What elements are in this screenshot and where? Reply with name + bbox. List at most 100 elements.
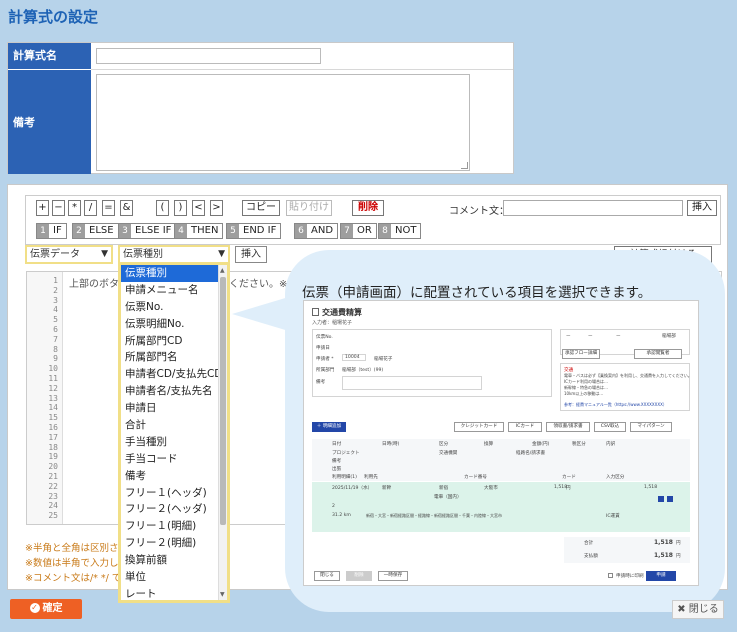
preview-col-header: 内訳 — [606, 442, 616, 447]
plus-button[interactable]: + — [36, 200, 49, 216]
delete-button[interactable]: 削除 — [352, 200, 384, 216]
dropdown-option[interactable]: 申請メニュー名 — [121, 282, 227, 299]
keyword-and-button[interactable]: 6 AND — [294, 223, 339, 239]
dropdown-option[interactable]: 申請者名/支払先名 — [121, 383, 227, 400]
greater-than-button[interactable]: > — [210, 200, 223, 216]
preview-status-label: 稲場部 — [662, 334, 676, 339]
dropdown-option[interactable]: 伝票No. — [121, 299, 227, 316]
dropdown-option[interactable]: 備考 — [121, 468, 227, 485]
line-number: 8 — [53, 344, 58, 354]
dropdown-option[interactable]: 単位 — [121, 569, 227, 586]
preview-total-unit: 円 — [676, 541, 681, 546]
dropdown-option[interactable]: 手当コード — [121, 451, 227, 468]
keyword-number: 8 — [379, 224, 391, 238]
line-number: 9 — [53, 354, 58, 364]
line-number: 10 — [48, 364, 58, 374]
resize-handle[interactable] — [461, 162, 468, 169]
dropdown-scrollbar[interactable]: ▲ ▼ — [218, 265, 227, 600]
keyword-else-button[interactable]: 2 ELSE — [72, 223, 119, 239]
preview-tool-button: CSV取込 — [594, 422, 626, 432]
preview-screenshot: 交通費精算 入力者：稲場花子 伝票No. 申請日 申請者 * 所属部門 備考 1… — [303, 300, 699, 586]
line-number: 1 — [53, 276, 58, 285]
preview-pay-label: 支払額 — [584, 554, 598, 559]
preview-cell: IC運賃 — [606, 514, 620, 519]
preview-col-header: 日付 — [332, 442, 342, 447]
keyword-then-button[interactable]: 4 THEN — [174, 223, 224, 239]
data-source-select[interactable]: 伝票データ ▼ — [25, 245, 113, 264]
dropdown-option[interactable]: 申請者CD/支払先CD — [121, 366, 227, 383]
keyword-not-button[interactable]: 8 NOT — [378, 223, 422, 239]
preview-col-header: 利用明細(1) — [332, 475, 357, 480]
keyword-label: ELSE — [89, 225, 114, 236]
line-number: 23 — [48, 491, 58, 501]
formula-name-input[interactable] — [96, 48, 321, 64]
line-number: 6 — [53, 325, 58, 334]
line-number: 11 — [48, 374, 58, 383]
comment-insert-button[interactable]: 挿入 — [687, 200, 717, 216]
line-number: 15 — [48, 413, 58, 423]
toolbar: + − * / = & ( ) < > コピー 貼り付け 削除 コメント文： 挿… — [25, 195, 721, 245]
keyword-else-if-button[interactable]: 3 ELSE IF — [118, 223, 177, 239]
close-button[interactable]: ✖ 閉じる — [672, 600, 724, 619]
keyword-if-button[interactable]: 1 IF — [36, 223, 67, 239]
line-number: 22 — [48, 481, 58, 491]
preview-total-label: 合計 — [584, 541, 594, 546]
preview-field-label: 所属部門 — [316, 368, 335, 373]
preview-field-label: 備考 — [316, 380, 326, 385]
multiply-button[interactable]: * — [68, 200, 81, 216]
dropdown-option[interactable]: 伝票明細No. — [121, 316, 227, 333]
scroll-thumb[interactable] — [220, 277, 226, 525]
field-insert-button[interactable]: 挿入 — [235, 246, 267, 263]
line-number: 4 — [53, 305, 58, 315]
divide-button[interactable]: / — [84, 200, 97, 216]
keyword-end-if-button[interactable]: 5 END IF — [226, 223, 282, 239]
close-paren-button[interactable]: ) — [174, 200, 187, 216]
field-dropdown-list[interactable]: 伝票種別 申請メニュー名 伝票No. 伝票明細No. 所属部門CD 所属部門名 申請者CD/… — [118, 262, 230, 603]
dropdown-option[interactable]: 伝票種別 — [121, 265, 227, 282]
line-number: 19 — [48, 452, 58, 462]
dropdown-option[interactable]: フリー１(明細) — [121, 518, 227, 535]
copy-button[interactable]: コピー — [242, 200, 280, 216]
preview-cell: 大阪市 — [484, 486, 498, 491]
dropdown-option[interactable]: 所属部門名 — [121, 349, 227, 366]
preview-add-detail-button: ＋ 明細追加 — [312, 422, 346, 432]
minus-button[interactable]: − — [52, 200, 65, 216]
dropdown-option[interactable]: 手当種別 — [121, 434, 227, 451]
line-number: 18 — [48, 442, 58, 452]
scroll-down-icon[interactable]: ▼ — [220, 591, 225, 598]
keyword-label: OR — [357, 225, 372, 236]
paste-button[interactable]: 貼り付け — [286, 200, 332, 216]
dropdown-option[interactable]: フリー２(ヘッダ) — [121, 501, 227, 518]
preview-cell: 新幹 — [382, 486, 392, 491]
chevron-down-icon: ▼ — [101, 249, 108, 259]
confirm-button[interactable]: ✓ 確定 — [10, 599, 82, 619]
copy-icon — [667, 496, 673, 502]
preview-col-header: 備考 — [332, 459, 342, 464]
dropdown-option[interactable]: 申請日 — [121, 400, 227, 417]
keyword-or-button[interactable]: 7 OR — [340, 223, 377, 239]
dropdown-option[interactable]: 換算前額 — [121, 552, 227, 569]
dropdown-option[interactable]: 所属部門CD — [121, 333, 227, 350]
preview-tool-button: クレジットカード — [454, 422, 504, 432]
keyword-number: 5 — [227, 224, 239, 238]
dropdown-option[interactable]: フリー１(ヘッダ) — [121, 485, 227, 502]
keyword-label: IF — [53, 225, 62, 236]
equals-button[interactable]: = — [102, 200, 115, 216]
preview-col-header: プロジェクト — [332, 451, 360, 456]
dropdown-option[interactable]: 合計 — [121, 417, 227, 434]
preview-total-value: 1,518 — [654, 539, 673, 546]
line-number: 24 — [48, 501, 58, 511]
note-textarea[interactable] — [96, 74, 470, 171]
scroll-up-icon[interactable]: ▲ — [220, 267, 225, 274]
line-number: 14 — [48, 403, 58, 413]
close-icon: ✖ — [677, 604, 689, 615]
ampersand-button[interactable]: & — [120, 200, 133, 216]
dropdown-option[interactable]: レート — [121, 586, 227, 600]
line-number: 20 — [48, 462, 58, 472]
dropdown-option[interactable]: フリー２(明細) — [121, 535, 227, 552]
preview-dept: 稲場部（test）(99) — [342, 368, 384, 373]
preview-col-header: 利用先 — [364, 475, 378, 480]
open-paren-button[interactable]: ( — [156, 200, 169, 216]
less-than-button[interactable]: < — [192, 200, 205, 216]
comment-input[interactable] — [503, 200, 683, 216]
